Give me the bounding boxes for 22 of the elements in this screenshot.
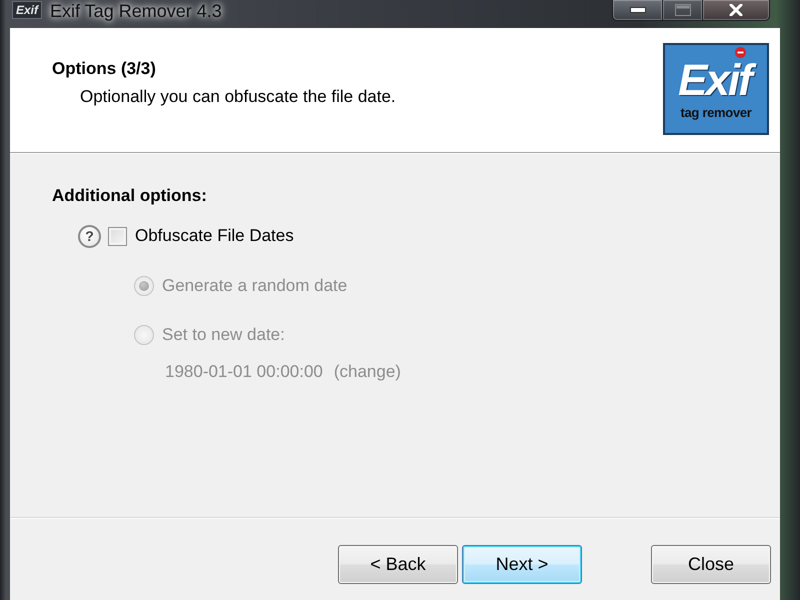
section-heading: Additional options: xyxy=(52,185,207,207)
page-subtitle: Optionally you can obfuscate the file date. xyxy=(80,86,396,108)
wizard-button[interactable]: Next > xyxy=(462,545,582,584)
wizard-button[interactable]: < Back xyxy=(338,545,458,584)
date-value: 1980-01-01 00:00:00 xyxy=(165,361,323,383)
help-button[interactable]: ? xyxy=(78,224,101,248)
close-button[interactable] xyxy=(703,0,770,21)
page-title: Options (3/3) xyxy=(52,58,156,80)
app-logo: Exif xyxy=(12,1,42,19)
minus-badge-icon xyxy=(735,47,746,58)
window-title: Exif Tag Remover 4.3 xyxy=(50,0,222,22)
maximize-icon xyxy=(674,4,690,16)
checkbox-label: Obfuscate File Dates xyxy=(135,225,294,247)
logo-subtitle: tag remover xyxy=(680,105,752,121)
logo-title: Exif xyxy=(675,60,757,102)
minimize-icon xyxy=(630,7,646,13)
radio-label: Generate a random date xyxy=(162,275,348,297)
checkbox[interactable] xyxy=(108,226,127,246)
close-icon xyxy=(729,4,743,16)
close-button[interactable]: Close xyxy=(651,545,771,584)
minimize-button[interactable] xyxy=(612,0,663,21)
radio-label: Set to new date: xyxy=(162,324,285,346)
